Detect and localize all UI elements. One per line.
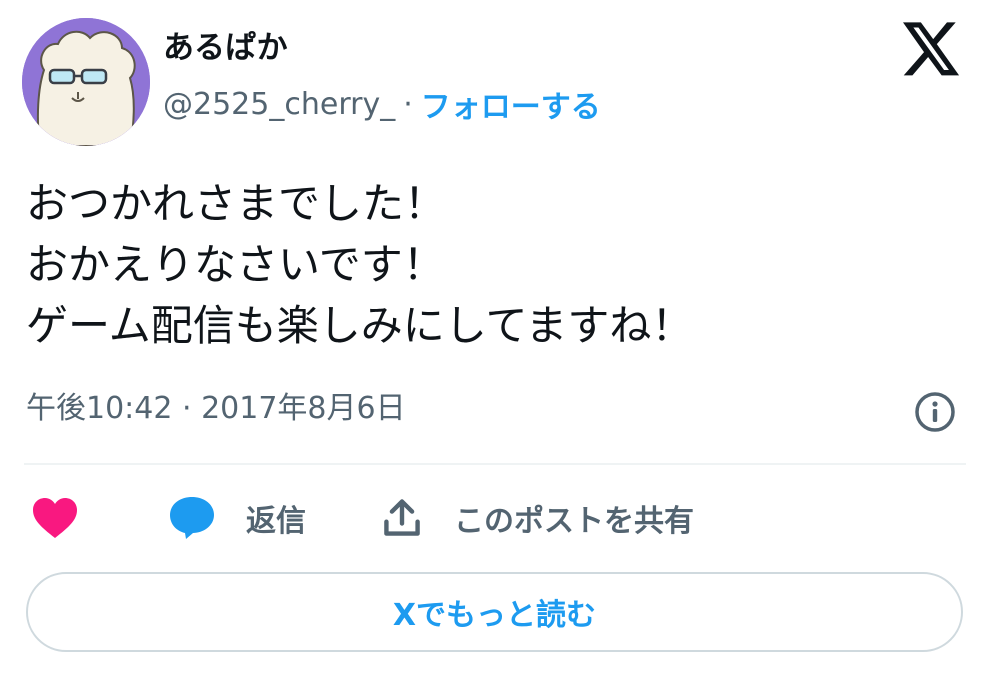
share-label: このポストを共有 [454, 504, 694, 539]
share-button[interactable]: このポストを共有 [380, 488, 694, 548]
share-upload-icon [384, 499, 420, 536]
read-more-button[interactable]: Xでもっと読む [26, 572, 963, 652]
x-logo-icon[interactable] [903, 22, 961, 76]
divider [24, 463, 966, 465]
read-more-label: Xでもっと読む [392, 598, 597, 633]
reply-bubble-icon [170, 497, 214, 539]
user-handle[interactable]: @2525_cherry_ [163, 87, 395, 122]
action-bar: 返信 このポストを共有 [0, 488, 991, 548]
separator-dot: · [403, 86, 413, 122]
tweet-timestamp[interactable]: 午後10:42 · 2017年8月6日 [26, 385, 406, 433]
reply-button[interactable]: 返信 [168, 488, 306, 548]
like-button[interactable] [30, 488, 80, 548]
alpaca-avatar-icon [22, 18, 150, 146]
handle-row: @2525_cherry_ · フォローする [163, 82, 601, 126]
follow-button[interactable]: フォローする [421, 82, 601, 126]
info-icon[interactable] [913, 390, 957, 434]
display-name[interactable]: あるぱか [163, 28, 288, 68]
avatar[interactable] [22, 18, 150, 146]
tweet-text: おつかれさまでした！ おかえりなさいです！ ゲーム配信も楽しみにしてますね！ [26, 179, 694, 350]
heart-icon [33, 498, 77, 538]
reply-label: 返信 [246, 504, 306, 539]
